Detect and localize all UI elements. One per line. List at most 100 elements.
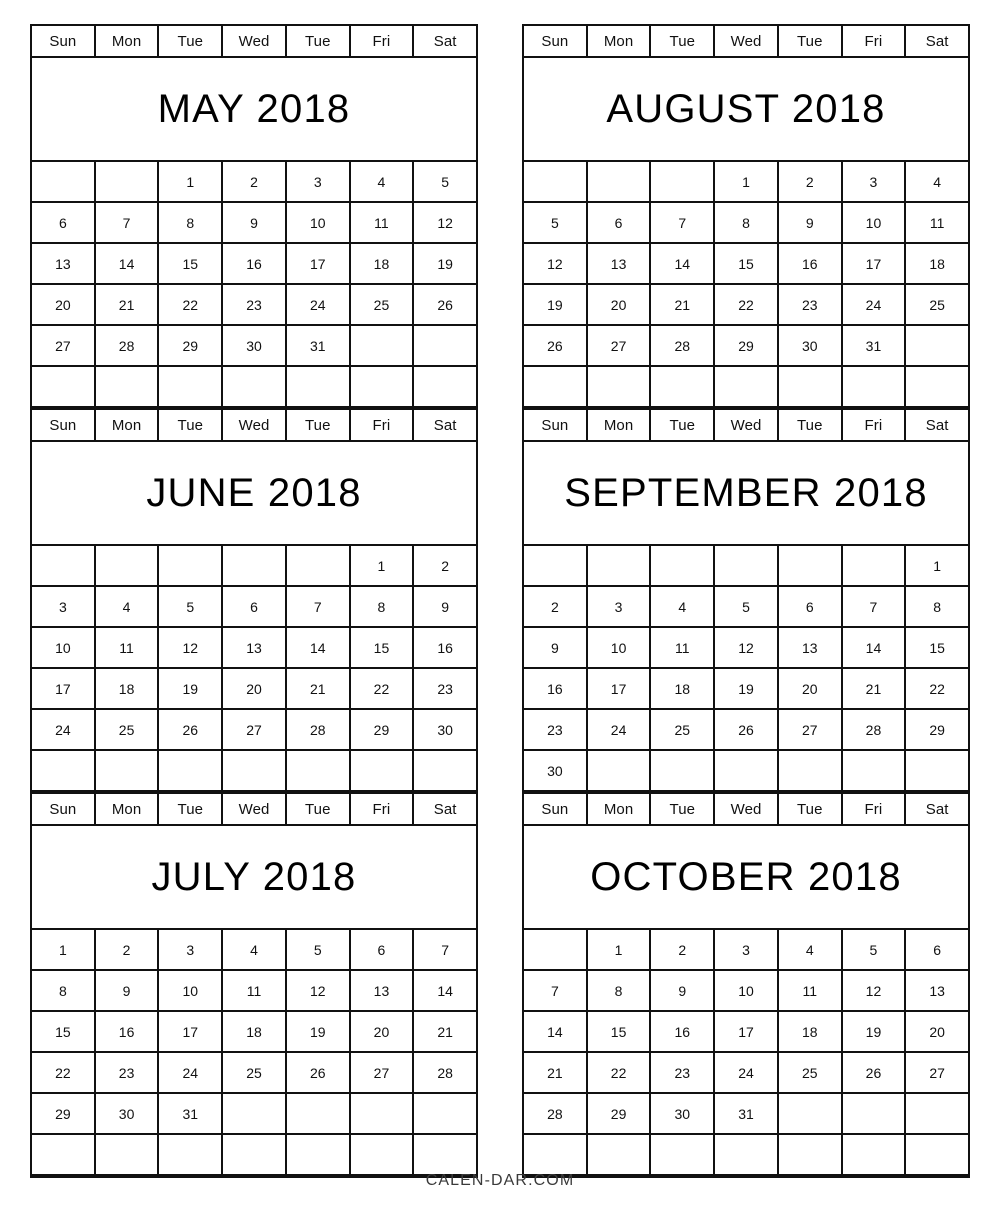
day-cell[interactable]: 10 [159,971,224,1012]
day-cell[interactable]: 7 [524,971,588,1012]
day-cell[interactable]: 1 [350,546,415,587]
day-cell[interactable]: 10 [587,628,652,669]
day-cell[interactable]: 30 [651,1094,716,1135]
day-cell[interactable]: 11 [223,971,287,1012]
day-cell[interactable]: 9 [524,628,588,669]
day-cell[interactable]: 5 [524,203,588,244]
day-cell[interactable]: 27 [223,710,287,751]
day-cell[interactable]: 29 [587,1094,652,1135]
day-cell[interactable]: 15 [906,628,971,669]
day-cell[interactable]: 25 [651,710,716,751]
day-cell[interactable]: 28 [524,1094,588,1135]
day-cell[interactable]: 19 [414,244,479,285]
day-cell[interactable]: 25 [95,710,160,751]
day-cell[interactable]: 23 [95,1053,160,1094]
day-cell[interactable]: 24 [715,1053,779,1094]
day-cell[interactable]: 15 [587,1012,652,1053]
day-cell[interactable]: 16 [223,244,287,285]
day-cell[interactable]: 18 [95,669,160,710]
day-cell[interactable]: 14 [842,628,907,669]
day-cell[interactable]: 1 [32,930,96,971]
day-cell[interactable]: 13 [906,971,971,1012]
day-cell[interactable]: 9 [223,203,287,244]
day-cell[interactable]: 16 [95,1012,160,1053]
day-cell[interactable]: 26 [842,1053,907,1094]
day-cell[interactable]: 14 [651,244,716,285]
day-cell[interactable]: 2 [778,162,843,203]
day-cell[interactable]: 11 [651,628,716,669]
day-cell[interactable]: 20 [223,669,287,710]
day-cell[interactable]: 28 [286,710,351,751]
day-cell[interactable]: 4 [95,587,160,628]
day-cell[interactable]: 27 [32,326,96,367]
day-cell[interactable]: 20 [350,1012,415,1053]
day-cell[interactable]: 8 [715,203,779,244]
day-cell[interactable]: 19 [286,1012,351,1053]
day-cell[interactable]: 18 [906,244,971,285]
day-cell[interactable]: 24 [32,710,96,751]
day-cell[interactable]: 26 [286,1053,351,1094]
day-cell[interactable]: 19 [842,1012,907,1053]
day-cell[interactable]: 11 [778,971,843,1012]
day-cell[interactable]: 18 [223,1012,287,1053]
day-cell[interactable]: 3 [842,162,907,203]
day-cell[interactable]: 31 [286,326,351,367]
day-cell[interactable]: 25 [350,285,415,326]
day-cell[interactable]: 15 [32,1012,96,1053]
day-cell[interactable]: 16 [778,244,843,285]
day-cell[interactable]: 10 [715,971,779,1012]
day-cell[interactable]: 24 [587,710,652,751]
day-cell[interactable]: 20 [778,669,843,710]
day-cell[interactable]: 8 [906,587,971,628]
day-cell[interactable]: 19 [159,669,224,710]
day-cell[interactable]: 27 [587,326,652,367]
day-cell[interactable]: 3 [286,162,351,203]
day-cell[interactable]: 6 [32,203,96,244]
day-cell[interactable]: 21 [524,1053,588,1094]
day-cell[interactable]: 20 [32,285,96,326]
day-cell[interactable]: 12 [524,244,588,285]
day-cell[interactable]: 22 [350,669,415,710]
day-cell[interactable]: 9 [651,971,716,1012]
day-cell[interactable]: 12 [842,971,907,1012]
day-cell[interactable]: 23 [778,285,843,326]
day-cell[interactable]: 16 [651,1012,716,1053]
day-cell[interactable]: 12 [414,203,479,244]
day-cell[interactable]: 26 [159,710,224,751]
day-cell[interactable]: 2 [95,930,160,971]
day-cell[interactable]: 11 [906,203,971,244]
day-cell[interactable]: 6 [350,930,415,971]
day-cell[interactable]: 26 [715,710,779,751]
day-cell[interactable]: 17 [715,1012,779,1053]
day-cell[interactable]: 11 [95,628,160,669]
day-cell[interactable]: 25 [906,285,971,326]
day-cell[interactable]: 17 [587,669,652,710]
day-cell[interactable]: 21 [414,1012,479,1053]
day-cell[interactable]: 12 [715,628,779,669]
day-cell[interactable]: 25 [223,1053,287,1094]
day-cell[interactable]: 8 [32,971,96,1012]
day-cell[interactable]: 7 [651,203,716,244]
day-cell[interactable]: 27 [778,710,843,751]
day-cell[interactable]: 1 [715,162,779,203]
day-cell[interactable]: 31 [159,1094,224,1135]
day-cell[interactable]: 13 [350,971,415,1012]
day-cell[interactable]: 9 [778,203,843,244]
day-cell[interactable]: 24 [842,285,907,326]
day-cell[interactable]: 30 [524,751,588,792]
day-cell[interactable]: 7 [842,587,907,628]
day-cell[interactable]: 9 [95,971,160,1012]
day-cell[interactable]: 13 [223,628,287,669]
day-cell[interactable]: 14 [286,628,351,669]
day-cell[interactable]: 17 [159,1012,224,1053]
day-cell[interactable]: 28 [414,1053,479,1094]
day-cell[interactable]: 6 [906,930,971,971]
day-cell[interactable]: 25 [778,1053,843,1094]
day-cell[interactable]: 22 [906,669,971,710]
day-cell[interactable]: 14 [524,1012,588,1053]
day-cell[interactable]: 23 [524,710,588,751]
day-cell[interactable]: 29 [350,710,415,751]
day-cell[interactable]: 5 [159,587,224,628]
day-cell[interactable]: 18 [651,669,716,710]
day-cell[interactable]: 4 [223,930,287,971]
